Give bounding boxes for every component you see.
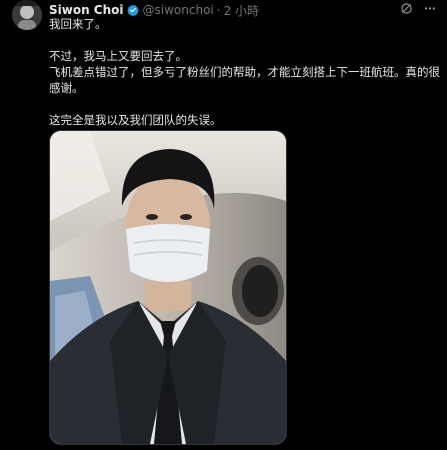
tweet-line-3: 飞机差点错过了，但多亏了粉丝们的帮助，才能立刻搭上下一班航班。真的很感谢。 — [49, 65, 440, 95]
tweet[interactable]: Siwon Choi @siwonchoi · 2 小時 我回来了。 不过，我马… — [0, 0, 447, 450]
tweet-photo[interactable] — [49, 130, 287, 445]
separator-dot: · — [216, 3, 221, 17]
tweet-line-1: 我回来了。 — [49, 17, 107, 31]
tweet-line-4: 这完全是我以及我们团队的失误。 — [49, 113, 222, 127]
more-options-icon[interactable] — [423, 2, 437, 15]
verified-badge-icon — [126, 4, 139, 16]
tweet-line-2: 不过，我马上又要回去了。 — [49, 49, 187, 63]
display-name[interactable]: Siwon Choi — [49, 3, 124, 17]
grok-icon[interactable] — [400, 2, 413, 15]
avatar[interactable] — [12, 0, 42, 30]
author-handle[interactable]: @siwonchoi — [143, 3, 214, 17]
tweet-actions — [400, 2, 437, 15]
tweet-text: 我回来了。 不过，我马上又要回去了。 飞机差点错过了，但多亏了粉丝们的帮助，才能… — [49, 16, 441, 128]
